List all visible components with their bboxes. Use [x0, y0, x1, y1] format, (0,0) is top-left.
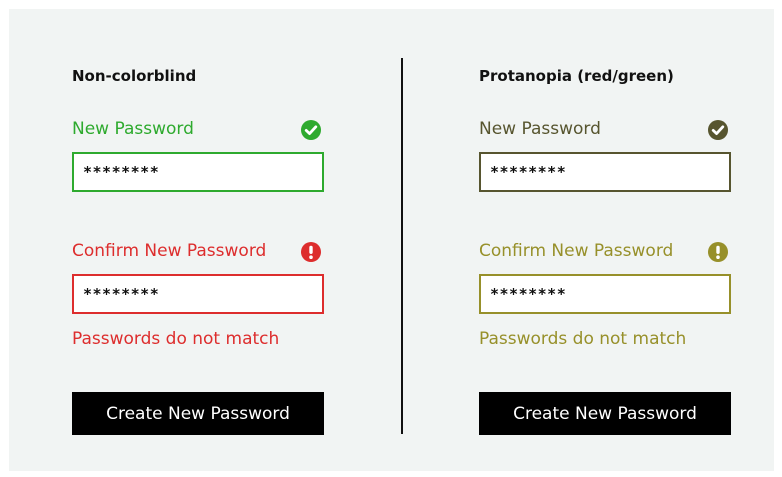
new-password-label: New Password	[479, 119, 601, 139]
exclamation-circle-icon	[301, 242, 321, 262]
create-password-button[interactable]: Create New Password	[479, 392, 731, 435]
new-password-input[interactable]	[479, 152, 731, 192]
password-mismatch-error: Passwords do not match	[479, 329, 687, 349]
check-circle-icon	[301, 120, 321, 140]
confirm-password-label: Confirm New Password	[72, 241, 267, 261]
confirm-password-input[interactable]	[479, 274, 731, 314]
new-password-label: New Password	[72, 119, 194, 139]
panel-protanopia: Protanopia (red/green) New Password Conf…	[479, 0, 731, 477]
check-circle-icon	[708, 120, 728, 140]
panel-heading: Protanopia (red/green)	[479, 67, 674, 85]
panel-non-colorblind: Non-colorblind New Password Confirm New …	[72, 0, 324, 477]
new-password-input[interactable]	[72, 152, 324, 192]
panel-divider	[401, 58, 403, 434]
confirm-password-label: Confirm New Password	[479, 241, 674, 261]
confirm-password-input[interactable]	[72, 274, 324, 314]
create-password-button[interactable]: Create New Password	[72, 392, 324, 435]
exclamation-circle-icon	[708, 242, 728, 262]
panel-heading: Non-colorblind	[72, 67, 197, 85]
password-mismatch-error: Passwords do not match	[72, 329, 280, 349]
